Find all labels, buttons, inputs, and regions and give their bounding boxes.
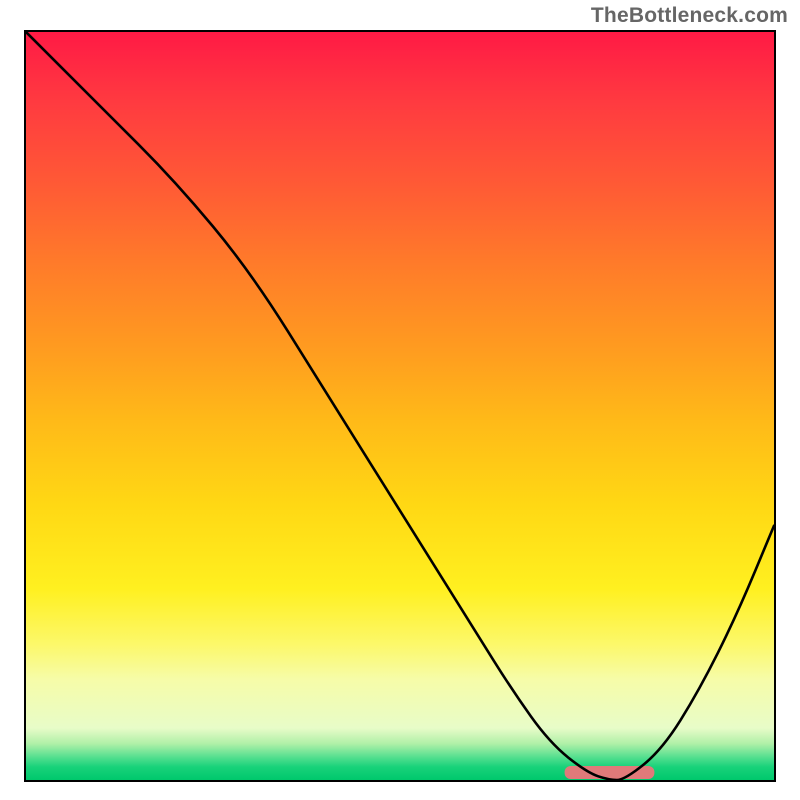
curve-layer: [26, 32, 774, 780]
chart-root: TheBottleneck.com: [0, 0, 800, 800]
bottleneck-curve: [26, 32, 774, 780]
plot-frame: [24, 30, 776, 782]
watermark-text: TheBottleneck.com: [591, 4, 788, 28]
